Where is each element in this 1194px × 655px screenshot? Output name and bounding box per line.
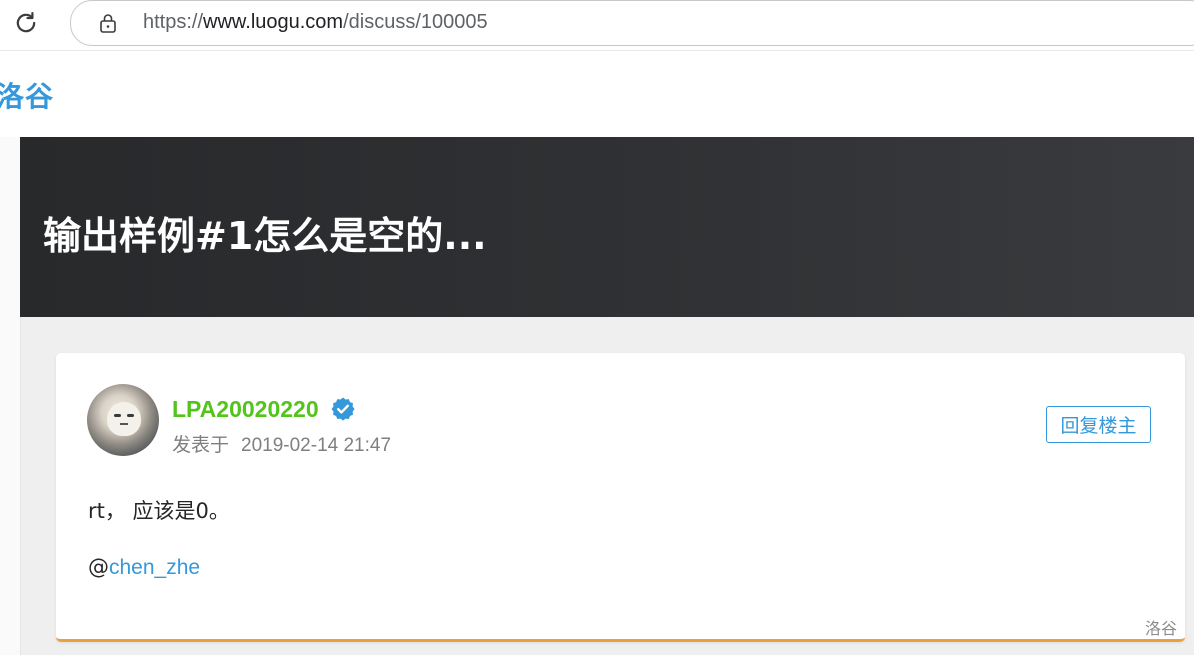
avatar-eye-left	[114, 414, 121, 417]
left-sidebar-edge	[0, 137, 21, 655]
url-text[interactable]: https://www.luogu.com/discuss/100005	[143, 11, 488, 34]
posted-time: 2019-02-14 21:47	[241, 435, 392, 456]
url-host: www.luogu.com	[203, 11, 344, 33]
author-username[interactable]: LPA20020220	[172, 396, 319, 423]
avatar-eye-right	[127, 414, 134, 417]
verified-badge-icon	[330, 396, 356, 422]
watermark: 洛谷	[1144, 619, 1177, 638]
site-header: 洛谷	[0, 50, 1194, 138]
reload-icon[interactable]	[10, 7, 42, 39]
post-content-text: rt， 应该是0。	[88, 499, 230, 523]
post-mention-line: @chen_zhe	[88, 555, 200, 580]
posted-label: 发表于	[172, 434, 230, 456]
site-logo[interactable]: 洛谷	[0, 75, 54, 115]
mention-user-link[interactable]: chen_zhe	[109, 556, 200, 579]
url-prefix: https://	[143, 11, 204, 33]
lock-icon[interactable]	[97, 12, 119, 34]
discussion-banner: 输出样例#1怎么是空的...	[20, 137, 1194, 317]
avatar-face	[107, 402, 141, 436]
post-card: LPA20020220 发表于 2019-02-14 21:47 回复楼主 rt，…	[56, 353, 1185, 642]
page-title: 输出样例#1怎么是空的...	[43, 214, 487, 258]
reply-op-button[interactable]: 回复楼主	[1046, 406, 1151, 443]
avatar-mouth	[120, 423, 128, 425]
avatar[interactable]	[87, 384, 159, 456]
address-bar[interactable]: https://www.luogu.com/discuss/100005	[70, 0, 1194, 46]
url-path: /discuss/100005	[343, 11, 488, 33]
mention-at: @	[88, 555, 109, 579]
browser-toolbar: https://www.luogu.com/discuss/100005	[0, 0, 1194, 50]
post-meta: 发表于 2019-02-14 21:47	[172, 430, 391, 457]
